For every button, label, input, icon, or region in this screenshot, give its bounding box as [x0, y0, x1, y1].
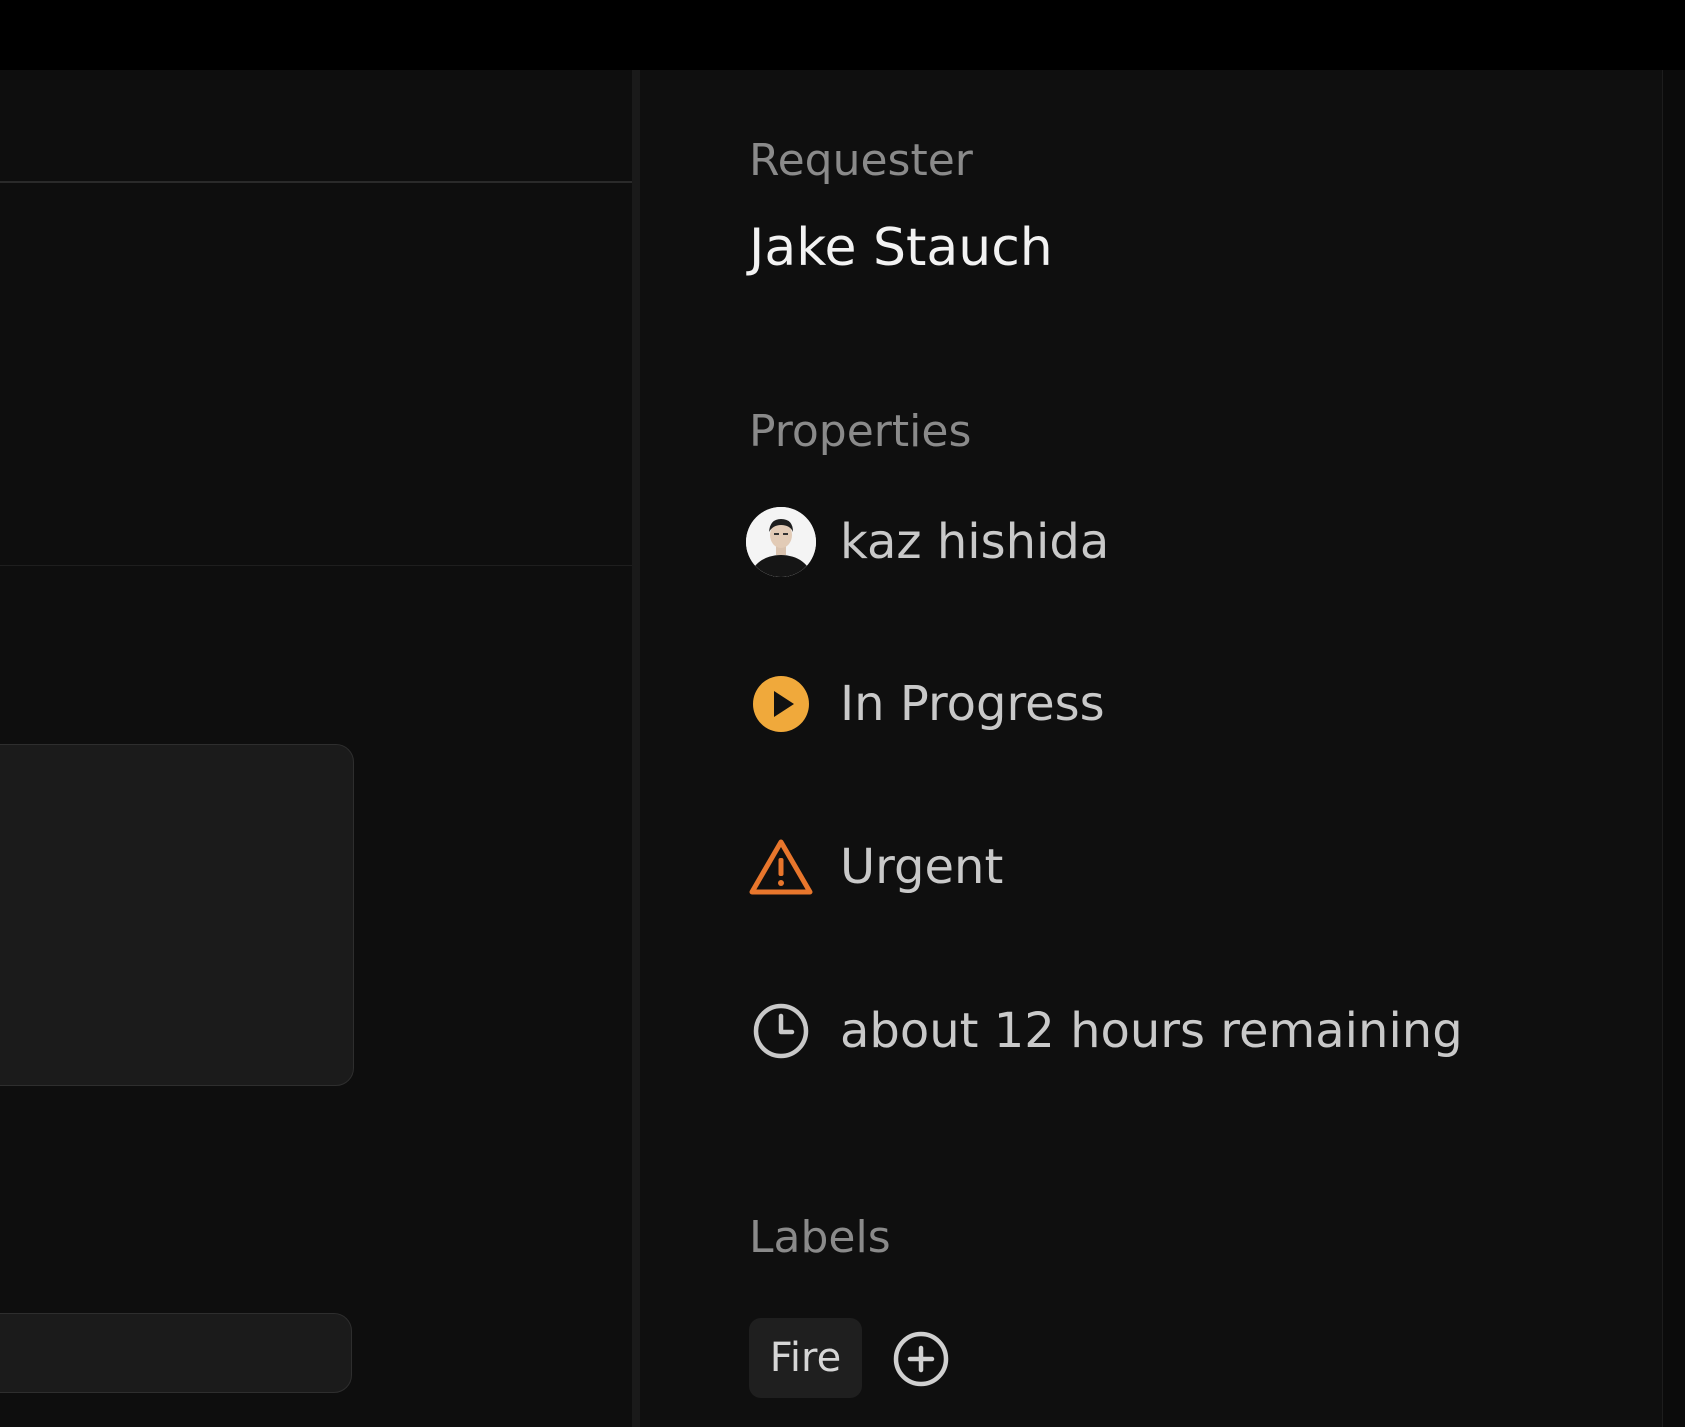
- priority-property[interactable]: Urgent: [745, 827, 1003, 907]
- content-card[interactable]: [0, 1313, 352, 1393]
- pane-resize-handle[interactable]: [632, 70, 640, 1427]
- time-remaining-text: about 12 hours remaining: [840, 1003, 1463, 1059]
- priority-text: Urgent: [840, 839, 1004, 895]
- top-bar: [0, 0, 1685, 70]
- right-edge-panel: [1662, 70, 1685, 1427]
- properties-heading: Properties: [749, 406, 972, 457]
- status-text: In Progress: [840, 676, 1105, 732]
- divider: [0, 565, 632, 566]
- assignee-name: kaz hishida: [840, 514, 1110, 570]
- warning-triangle-icon: [745, 831, 817, 903]
- add-label-button[interactable]: [891, 1329, 951, 1389]
- status-property[interactable]: In Progress: [745, 664, 1105, 744]
- label-chip[interactable]: Fire: [749, 1318, 862, 1398]
- assignee-property[interactable]: kaz hishida: [745, 502, 1109, 582]
- play-circle-icon: [745, 668, 817, 740]
- avatar: [746, 507, 816, 577]
- content-card[interactable]: [0, 744, 354, 1086]
- divider: [0, 181, 632, 183]
- labels-heading: Labels: [749, 1212, 891, 1263]
- assignee-avatar-wrapper: [745, 506, 817, 578]
- requester-heading: Requester: [749, 135, 973, 186]
- clock-icon: [745, 995, 817, 1067]
- plus-circle-icon: [893, 1331, 949, 1387]
- requester-name[interactable]: Jake Stauch: [749, 222, 1053, 274]
- due-time-property[interactable]: about 12 hours remaining: [745, 991, 1463, 1071]
